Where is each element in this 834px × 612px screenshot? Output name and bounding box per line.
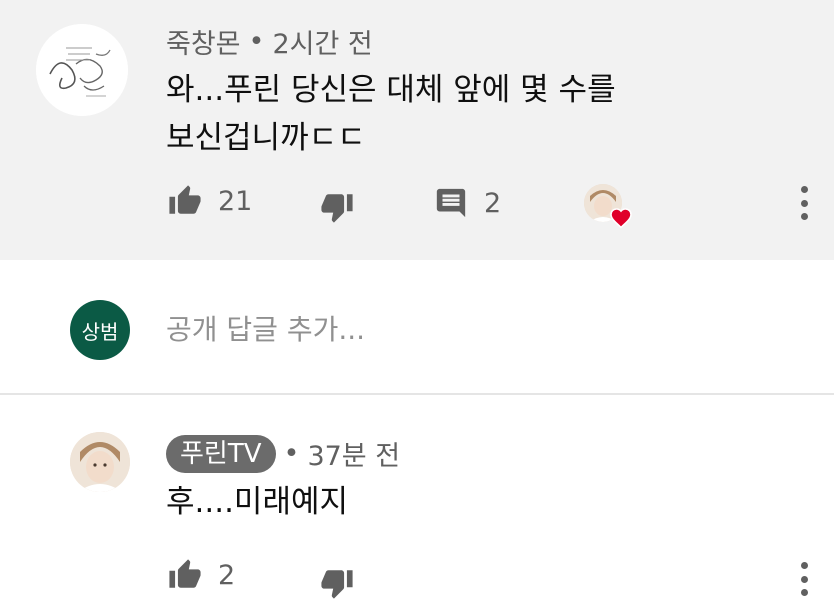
kebab-dot — [800, 199, 808, 207]
meta-separator: • — [248, 26, 265, 57]
comment-text-line: 보신겁니까ㄷㄷ — [166, 120, 366, 156]
meta-separator: • — [283, 438, 300, 469]
comment-author[interactable]: 죽창몬 — [166, 22, 241, 61]
user-avatar[interactable]: 상범 — [70, 300, 130, 360]
reply-count: 2 — [484, 187, 502, 219]
divider — [0, 393, 834, 395]
kebab-dot — [800, 213, 808, 220]
kebab-dot — [800, 186, 808, 193]
creator-heart-badge — [584, 184, 636, 232]
dislike-button[interactable] — [318, 190, 356, 224]
comment-icon — [436, 188, 466, 218]
comment-time: 2시간 전 — [272, 29, 373, 60]
commenter-avatar[interactable] — [36, 24, 128, 116]
kebab-dot — [800, 589, 808, 596]
reply-like-button[interactable]: 2 — [166, 558, 235, 592]
reply-dislike-button[interactable] — [318, 566, 356, 600]
reply-meta: 푸린TV • 37분 전 — [166, 434, 400, 473]
like-count: 21 — [218, 185, 253, 217]
reply-author-face-image — [70, 432, 130, 492]
comment-text-line: 와...푸린 당신은 대체 앞에 몇 수를 — [166, 72, 616, 108]
reply-menu-button[interactable] — [798, 562, 810, 596]
reply-text: 후....미래예지 — [166, 484, 349, 520]
reply-like-count: 2 — [218, 559, 236, 591]
reply-author-avatar[interactable] — [70, 432, 130, 492]
comment-text: 와...푸린 당신은 대체 앞에 몇 수를 보신겁니까ㄷㄷ — [166, 66, 616, 162]
thumbs-up-icon — [169, 185, 201, 214]
heart-icon — [610, 208, 632, 229]
comment-card: 죽창몬 • 2시간 전 와...푸린 당신은 대체 앞에 몇 수를 보신겁니까ㄷ… — [0, 0, 834, 260]
creator-author-chip[interactable]: 푸린TV — [166, 434, 276, 473]
thumbs-down-icon — [321, 194, 353, 223]
like-button[interactable]: 21 — [166, 184, 252, 218]
reply-count-button[interactable]: 2 — [434, 186, 501, 220]
reply-input[interactable]: 공개 답글 추가... — [166, 308, 365, 348]
comment-menu-button[interactable] — [798, 186, 810, 220]
thumbs-up-icon — [169, 559, 201, 588]
reply-time: 37분 전 — [307, 441, 401, 472]
signature-avatar-image — [36, 24, 128, 116]
comment-meta: 죽창몬 • 2시간 전 — [166, 22, 373, 61]
kebab-dot — [800, 575, 808, 583]
thumbs-down-icon — [321, 570, 353, 599]
kebab-dot — [800, 562, 808, 569]
